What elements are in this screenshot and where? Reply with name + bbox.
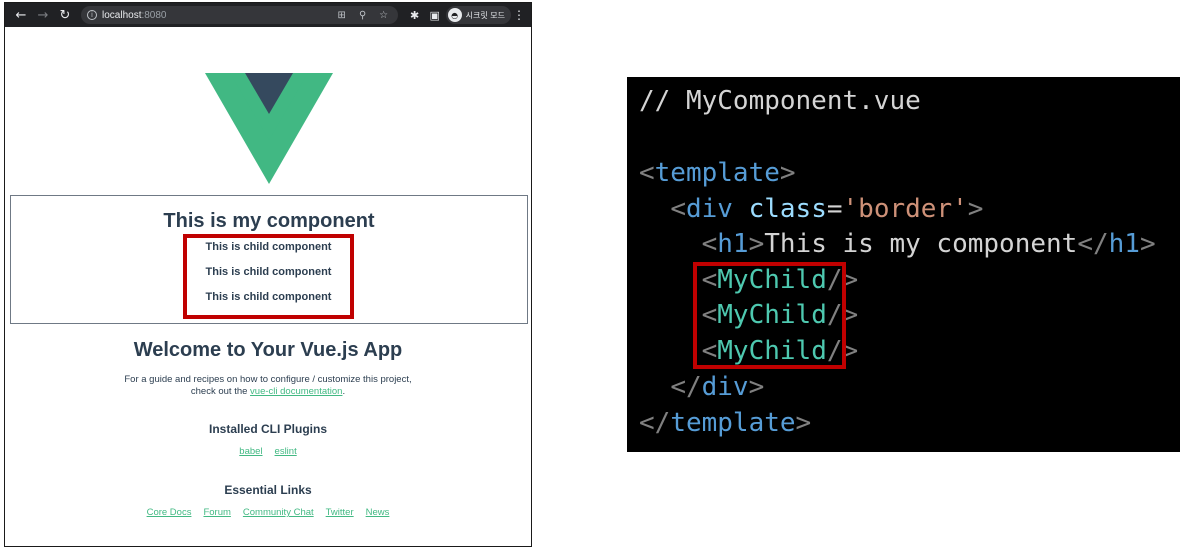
plugins-title: Installed CLI Plugins bbox=[208, 422, 327, 436]
my-component-title: This is my component bbox=[163, 210, 375, 232]
code-open-template: <template> bbox=[639, 156, 796, 190]
essential-links-list: Core Docs Forum Community Chat Twitter N… bbox=[5, 507, 531, 518]
code-attr-value: 'border' bbox=[842, 194, 968, 224]
code-bracket: > bbox=[748, 372, 765, 402]
code-bracket: > bbox=[795, 408, 812, 438]
guide-line-2-pre: check out the bbox=[190, 386, 251, 397]
code-bracket: > bbox=[967, 194, 984, 224]
code-tag-template-close: template bbox=[670, 408, 796, 438]
plugins-list: babel eslint bbox=[5, 446, 531, 457]
code-h1-text: This is my component bbox=[764, 229, 1078, 259]
vue-logo bbox=[205, 73, 333, 184]
plugin-link-eslint[interactable]: eslint bbox=[275, 446, 297, 457]
browser-window: ← → ↻ i localhost:8080 ⊞ ⚲ ☆ ✱ ▣ ◓ 시크릿 모… bbox=[4, 2, 532, 547]
extensions-puzzle-icon[interactable]: ✱ bbox=[406, 9, 424, 22]
link-community-chat[interactable]: Community Chat bbox=[243, 507, 314, 518]
back-arrow-icon[interactable]: ← bbox=[11, 5, 31, 25]
code-attr-class: class bbox=[748, 194, 827, 224]
url-port: :8080 bbox=[141, 9, 167, 21]
code-bracket: < bbox=[701, 229, 718, 259]
incognito-profile-button[interactable]: ◓ 시크릿 모드 bbox=[445, 6, 511, 24]
code-bracket: > bbox=[748, 229, 765, 259]
child-component-3: This is child component bbox=[205, 291, 332, 303]
code-bracket: > bbox=[779, 158, 796, 188]
child-component-1: This is child component bbox=[205, 241, 332, 253]
link-forum[interactable]: Forum bbox=[203, 507, 230, 518]
child-component-2: This is child component bbox=[205, 266, 332, 278]
code-bracket: > bbox=[1139, 229, 1156, 259]
code-bracket: </ bbox=[639, 408, 671, 438]
zoom-icon[interactable]: ⚲ bbox=[355, 10, 371, 21]
code-close-div: </div> bbox=[639, 370, 764, 404]
code-h1-line: <h1>This is my component</h1> bbox=[639, 227, 1156, 261]
more-menu-icon[interactable]: ⋮ bbox=[513, 8, 525, 22]
browser-toolbar: ← → ↻ i localhost:8080 ⊞ ⚲ ☆ ✱ ▣ ◓ 시크릿 모… bbox=[5, 3, 531, 27]
code-comment-text: // MyComponent.vue bbox=[639, 86, 921, 116]
link-twitter[interactable]: Twitter bbox=[326, 507, 354, 518]
guide-text: For a guide and recipes on how to config… bbox=[5, 374, 531, 398]
mychild-code-highlight bbox=[693, 262, 846, 369]
code-bracket: < bbox=[639, 158, 655, 188]
code-tag-h1-close: h1 bbox=[1108, 229, 1140, 259]
code-comment: // MyComponent.vue bbox=[639, 84, 921, 118]
info-icon[interactable]: i bbox=[87, 10, 97, 20]
code-equals: = bbox=[826, 194, 843, 224]
forward-arrow-icon[interactable]: → bbox=[33, 5, 53, 25]
plugin-link-babel[interactable]: babel bbox=[239, 446, 262, 457]
link-news[interactable]: News bbox=[366, 507, 390, 518]
address-bar[interactable]: i localhost:8080 ⊞ ⚲ ☆ bbox=[81, 6, 398, 24]
code-tag-div: div bbox=[685, 194, 733, 224]
vue-cli-docs-link[interactable]: vue-cli documentation bbox=[250, 386, 342, 397]
code-open-div: <div class='border'> bbox=[639, 192, 983, 226]
code-bracket: </ bbox=[1077, 229, 1109, 259]
child-components-highlight: This is child component This is child co… bbox=[183, 234, 354, 319]
url-host: localhost bbox=[102, 9, 142, 21]
reload-icon[interactable]: ↻ bbox=[55, 5, 75, 25]
link-core-docs[interactable]: Core Docs bbox=[147, 507, 192, 518]
incognito-icon: ◓ bbox=[447, 8, 462, 22]
translate-icon[interactable]: ⊞ bbox=[334, 10, 350, 21]
code-panel: // MyComponent.vue <template> <div class… bbox=[627, 77, 1180, 452]
page-viewport: This is my component This is child compo… bbox=[5, 27, 531, 546]
url-text[interactable]: localhost:8080 bbox=[102, 10, 329, 21]
code-bracket: < bbox=[670, 194, 686, 224]
guide-line-1: For a guide and recipes on how to config… bbox=[124, 374, 412, 385]
incognito-label: 시크릿 모드 bbox=[465, 10, 505, 20]
code-bracket: </ bbox=[670, 372, 702, 402]
code-tag-template: template bbox=[654, 158, 780, 188]
my-component-border: This is my component This is child compo… bbox=[10, 195, 528, 324]
code-close-template: </template> bbox=[639, 406, 811, 440]
guide-line-2-post: . bbox=[342, 386, 346, 397]
essential-links-title: Essential Links bbox=[224, 483, 312, 497]
code-tag-h1: h1 bbox=[717, 229, 749, 259]
star-icon[interactable]: ☆ bbox=[376, 10, 392, 21]
welcome-title: Welcome to Your Vue.js App bbox=[133, 339, 403, 361]
code-tag-div-close: div bbox=[701, 372, 749, 402]
guide-line-2: check out the vue-cli documentation. bbox=[5, 386, 531, 398]
sidebar-icon[interactable]: ▣ bbox=[426, 9, 444, 22]
